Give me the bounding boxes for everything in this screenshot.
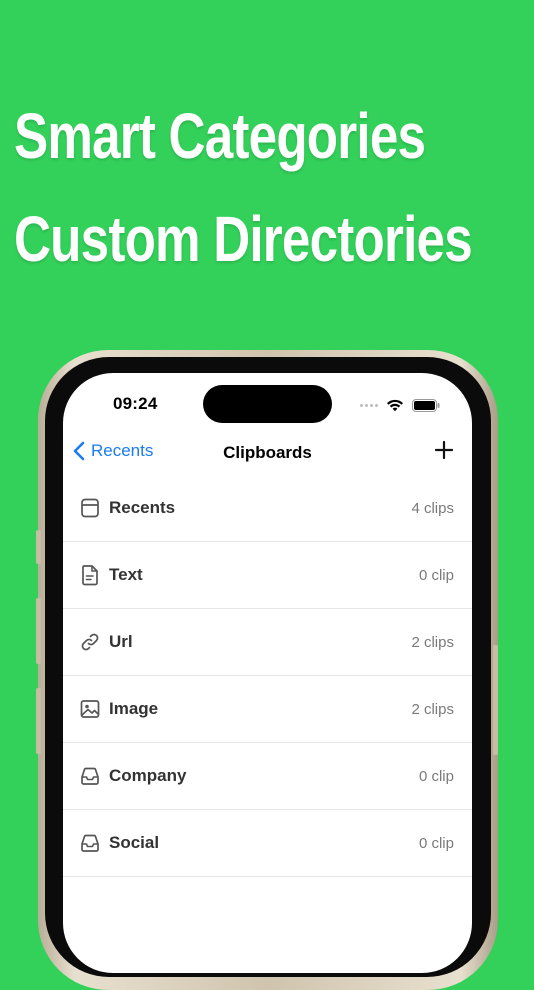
- wifi-icon: [387, 399, 403, 412]
- list-item-count: 4 clips: [411, 499, 454, 517]
- list-item-count: 2 clips: [411, 700, 454, 718]
- battery-icon: [412, 398, 440, 412]
- list-item-recents[interactable]: Recents 4 clips: [63, 475, 472, 542]
- list-item-count: 0 clip: [418, 566, 454, 584]
- navigation-bar: Recents Clipboards: [63, 435, 472, 471]
- page-title: Clipboards: [223, 443, 312, 462]
- tray-icon: [81, 834, 99, 852]
- list-item-label: Image: [109, 699, 159, 718]
- action-button: [36, 530, 41, 564]
- link-icon: [81, 633, 99, 651]
- list-item-count: 0 clip: [418, 834, 454, 852]
- list-item-url[interactable]: Url 2 clips: [63, 609, 472, 676]
- volume-down-button: [36, 688, 41, 754]
- list-item-label: Company: [109, 766, 187, 785]
- list-item-image[interactable]: Image 2 clips: [63, 676, 472, 743]
- clipboard-list: Recents 4 clips Text 0 clip Url 2 clips: [63, 475, 472, 877]
- add-button[interactable]: [434, 440, 454, 465]
- headline-line-1: Smart Categories: [14, 100, 426, 172]
- clipboard-icon: [81, 498, 99, 518]
- list-item-label: Recents: [109, 498, 176, 517]
- dynamic-island: [203, 385, 332, 423]
- list-item-count: 0 clip: [418, 767, 454, 785]
- image-icon: [80, 700, 100, 718]
- headline-line-2: Custom Directories: [14, 203, 473, 275]
- list-item-social[interactable]: Social 0 clip: [63, 810, 472, 877]
- status-time: 09:24: [113, 394, 158, 413]
- list-item-count: 2 clips: [411, 633, 454, 651]
- list-item-text[interactable]: Text 0 clip: [63, 542, 472, 609]
- list-item-label: Social: [109, 833, 160, 852]
- signal-dots-icon: [360, 403, 378, 407]
- tray-icon: [81, 767, 99, 785]
- plus-icon: [434, 440, 454, 460]
- list-item-label: Text: [109, 565, 143, 584]
- list-item-company[interactable]: Company 0 clip: [63, 743, 472, 810]
- volume-up-button: [36, 598, 41, 664]
- document-text-icon: [82, 565, 98, 586]
- list-item-label: Url: [109, 632, 133, 651]
- status-icons: [360, 398, 440, 412]
- phone-screen: 09:24 Recents Clipboards Recents 4 clips…: [63, 373, 472, 973]
- power-button: [493, 645, 498, 755]
